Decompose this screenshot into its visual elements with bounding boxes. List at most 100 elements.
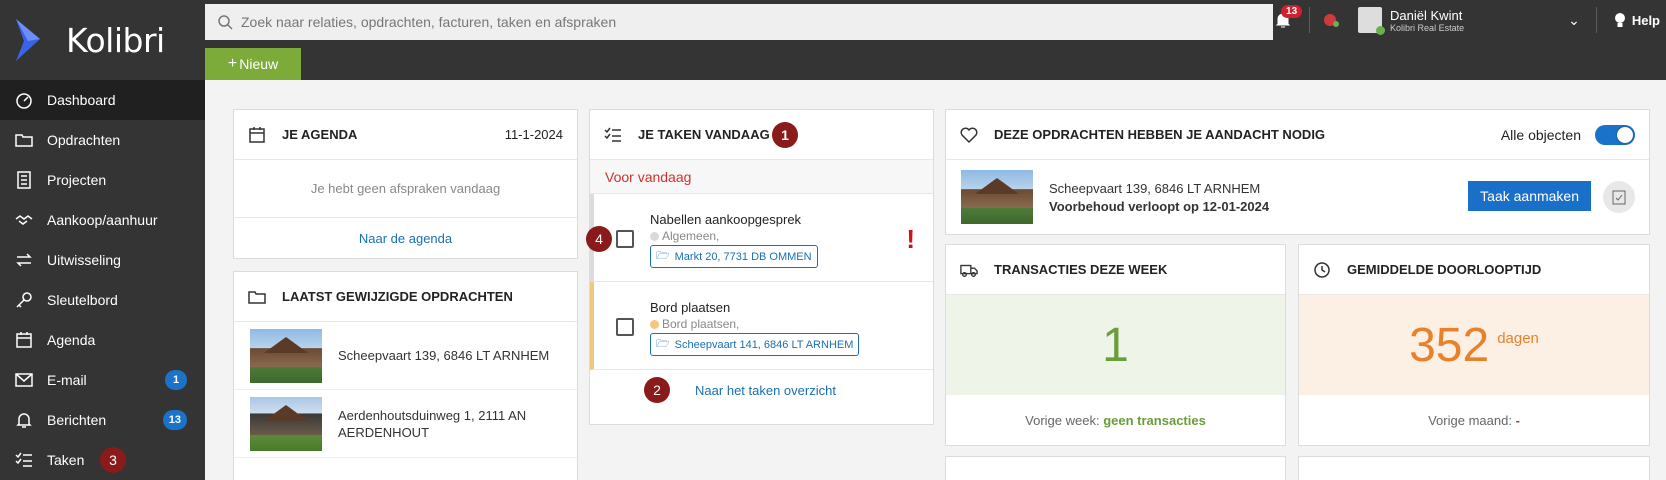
transactions-title: TRANSACTIES DEZE WEEK bbox=[994, 262, 1168, 277]
building-icon bbox=[13, 169, 35, 191]
sidebar-item-label: Aankoop/aanhuur bbox=[47, 212, 158, 228]
search-icon bbox=[218, 15, 233, 30]
all-objects-toggle[interactable]: Alle objecten bbox=[1500, 124, 1635, 145]
search-input[interactable]: Zoek naar relaties, opdrachten, facturen… bbox=[205, 4, 1273, 40]
avatar bbox=[1358, 7, 1386, 35]
list-item[interactable]: Aerdenhoutsduinweg 1, 2111 AN AERDENHOUT bbox=[234, 390, 577, 458]
sidebar-item-label: Dashboard bbox=[47, 92, 116, 108]
property-photo bbox=[961, 170, 1033, 224]
bell-icon bbox=[13, 409, 35, 431]
lead-time-value: 352 bbox=[1409, 318, 1490, 372]
sidebar-item-opdrachten[interactable]: Opdrachten bbox=[0, 120, 205, 160]
topbar: Zoek naar relaties, opdrachten, facturen… bbox=[205, 0, 1666, 80]
help-button[interactable]: Help bbox=[1613, 11, 1660, 29]
task-item[interactable]: Bord plaatsen Bord plaatsen, 🗁 Scheepvaar… bbox=[590, 282, 933, 370]
next-card-partial bbox=[1298, 456, 1650, 480]
search-placeholder: Zoek naar relaties, opdrachten, facturen… bbox=[241, 14, 617, 30]
sidebar-item-sleutelbord[interactable]: Sleutelbord bbox=[0, 280, 205, 320]
user-menu[interactable]: Daniël Kwint Kolibri Real Estate ⌄ bbox=[1358, 7, 1580, 35]
agenda-link[interactable]: Naar de agenda bbox=[234, 218, 577, 258]
task-title: Bord plaatsen bbox=[650, 300, 731, 315]
agenda-header: JE AGENDA 11-1-2024 bbox=[234, 110, 577, 160]
toggle-switch[interactable] bbox=[1595, 124, 1635, 145]
task-address-tag[interactable]: 🗁 Scheepvaart 141, 6846 LT ARNHEM bbox=[650, 333, 860, 356]
sidebar-item-dashboard[interactable]: Dashboard bbox=[0, 80, 205, 120]
task-title: Nabellen aankoopgesprek bbox=[650, 212, 802, 227]
task-item[interactable]: 4 Nabellen aankoopgesprek Algemeen, 🗁 Mar… bbox=[586, 194, 933, 282]
handshake-icon bbox=[13, 209, 35, 231]
task-address-tag[interactable]: 🗁 Markt 20, 7731 DB OMMEN bbox=[650, 245, 818, 268]
footer-label: Vorige week: bbox=[1025, 412, 1100, 428]
sidebar-item-label: E-mail bbox=[47, 372, 87, 388]
create-task-label: Taak aanmaken bbox=[1480, 188, 1579, 204]
divider bbox=[1595, 7, 1597, 33]
tasks-title: JE TAKEN VANDAAG bbox=[638, 127, 770, 142]
clock-icon bbox=[1314, 261, 1330, 278]
step-marker: 2 bbox=[644, 377, 670, 403]
sidebar-item-label: Taken bbox=[47, 452, 85, 468]
tasks-header: JE TAKEN VANDAAG 1 bbox=[590, 110, 933, 160]
heart-icon bbox=[960, 127, 978, 143]
mail-icon bbox=[13, 369, 35, 391]
sidebar-item-taken[interactable]: Taken 3 bbox=[0, 440, 205, 480]
step-marker: 1 bbox=[772, 122, 798, 148]
property-photo bbox=[250, 396, 322, 451]
create-task-button[interactable]: Taak aanmaken bbox=[1468, 181, 1591, 211]
sidebar-item-uitwisseling[interactable]: Uitwisseling bbox=[0, 240, 205, 280]
property-address: Scheepvaart 139, 6846 LT ARNHEM bbox=[338, 348, 550, 363]
attention-item[interactable]: Scheepvaart 139, 6846 LT ARNHEM Voorbeho… bbox=[946, 160, 1649, 234]
lead-time-title: GEMIDDELDE DOORLOOPTIJD bbox=[1347, 262, 1542, 277]
folder-icon bbox=[248, 290, 266, 304]
task-address-label: Markt 20, 7731 DB OMMEN bbox=[674, 250, 812, 263]
property-photo bbox=[250, 328, 322, 383]
lead-time-unit: dagen bbox=[1497, 329, 1539, 347]
sidebar-nav: Dashboard Opdrachten Projecten Aankoop/a… bbox=[0, 80, 205, 480]
new-button[interactable]: + Nieuw bbox=[205, 48, 301, 80]
app-logo[interactable]: Kolibri bbox=[0, 0, 205, 80]
sidebar-item-email[interactable]: E-mail 1 bbox=[0, 360, 205, 400]
divider bbox=[1309, 7, 1311, 33]
clipboard-icon[interactable] bbox=[1603, 181, 1635, 213]
notifications-count-badge: 13 bbox=[1281, 5, 1303, 18]
sidebar-item-agenda[interactable]: Agenda bbox=[0, 320, 205, 360]
status-icon[interactable] bbox=[1316, 11, 1346, 29]
transactions-value: 1 bbox=[1102, 318, 1129, 372]
task-checkbox[interactable] bbox=[616, 318, 634, 336]
agenda-title: JE AGENDA bbox=[282, 127, 358, 142]
tasks-icon bbox=[13, 449, 35, 471]
tasks-overview-link[interactable]: 2 Naar het taken overzicht bbox=[590, 370, 933, 410]
recent-header: LAATST GEWIJZIGDE OPDRACHTEN bbox=[234, 272, 577, 322]
sidebar-item-aankoop[interactable]: Aankoop/aanhuur bbox=[0, 200, 205, 240]
sidebar-item-label: Uitwisseling bbox=[47, 252, 121, 268]
app-name: Kolibri bbox=[66, 20, 165, 60]
reservation-notice: Voorbehoud verloopt op 12-01-2024 bbox=[1049, 198, 1270, 214]
step-marker: 3 bbox=[100, 447, 126, 473]
next-card-partial bbox=[945, 456, 1286, 480]
sidebar-item-label: Projecten bbox=[47, 172, 107, 188]
folder-icon: 🗁 bbox=[656, 338, 670, 350]
lead-time-header: GEMIDDELDE DOORLOOPTIJD bbox=[1299, 245, 1649, 295]
tasks-card: JE TAKEN VANDAAG 1 Voor vandaag 4 Nabell… bbox=[586, 109, 934, 425]
truck-icon bbox=[960, 264, 978, 277]
chevron-down-icon: ⌄ bbox=[1568, 11, 1580, 28]
task-checkbox[interactable] bbox=[616, 230, 634, 248]
property-address: Aerdenhoutsduinweg 1, 2111 AN AERDENHOUT bbox=[338, 407, 527, 440]
lead-time-card: GEMIDDELDE DOORLOOPTIJD 352 dagen Vorige… bbox=[1298, 244, 1650, 446]
sidebar-item-projecten[interactable]: Projecten bbox=[0, 160, 205, 200]
sidebar-item-label: Agenda bbox=[47, 332, 96, 348]
lightbulb-icon bbox=[1614, 13, 1625, 27]
transactions-card: TRANSACTIES DEZE WEEK 1 Vorige week: gee… bbox=[945, 244, 1286, 446]
email-count-badge: 1 bbox=[165, 370, 187, 390]
sidebar-item-berichten[interactable]: Berichten 13 bbox=[0, 400, 205, 440]
sidebar: Kolibri Dashboard Opdrachten Projecten A… bbox=[0, 0, 205, 480]
toggle-label: Alle objecten bbox=[1500, 126, 1581, 143]
recent-assignments-card: LAATST GEWIJZIGDE OPDRACHTEN Scheepvaart… bbox=[233, 271, 578, 480]
task-category: Bord plaatsen, bbox=[650, 317, 933, 331]
dashboard-icon bbox=[13, 89, 35, 111]
lead-time-footer: Vorige maand: - bbox=[1299, 395, 1649, 445]
footer-value: - bbox=[1515, 412, 1520, 428]
transactions-footer: Vorige week: geen transacties bbox=[946, 395, 1285, 445]
notifications-button[interactable]: 13 bbox=[1263, 5, 1303, 29]
list-item[interactable]: Scheepvaart 139, 6846 LT ARNHEM bbox=[234, 322, 577, 390]
sidebar-item-label: Sleutelbord bbox=[47, 292, 118, 308]
